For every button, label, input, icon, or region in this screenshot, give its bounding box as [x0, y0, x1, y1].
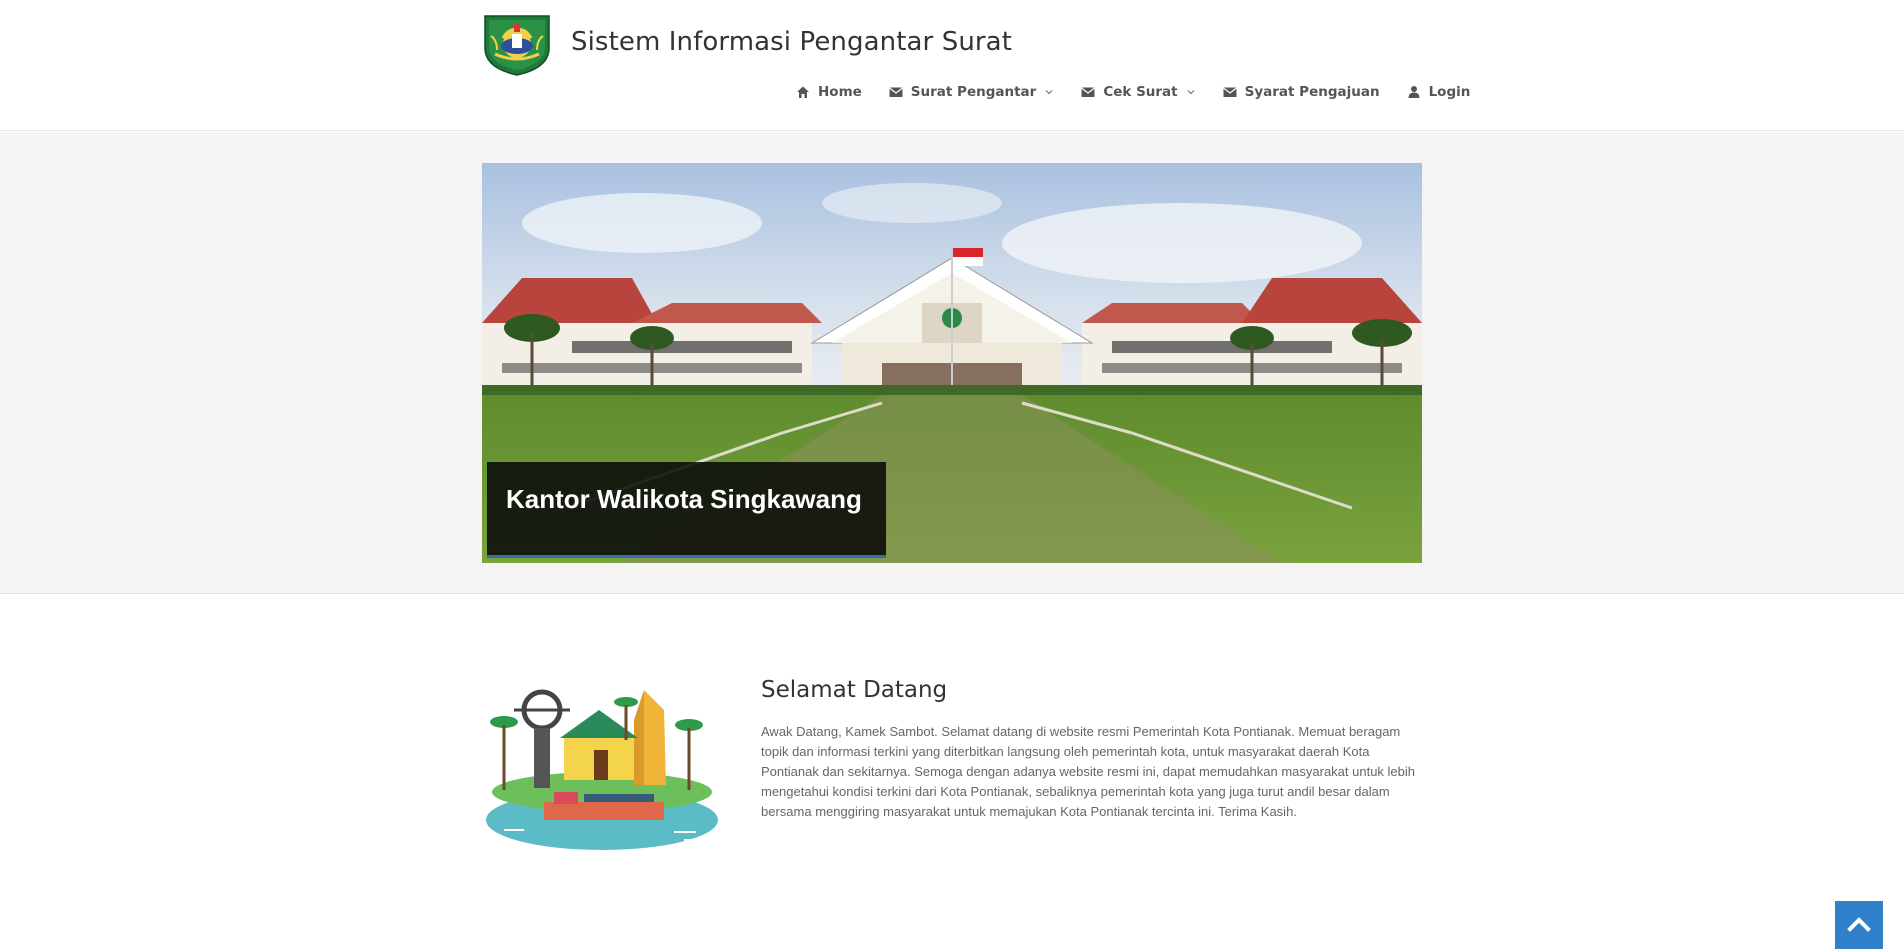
nav-login[interactable]: Login [1407, 84, 1471, 100]
site-title[interactable]: Sistem Informasi Pengantar Surat [571, 27, 1012, 57]
chevron-down-icon [1045, 90, 1053, 95]
city-landmarks-illustration [486, 689, 718, 850]
site-header: Sistem Informasi Pengantar Surat Home Su… [0, 0, 1904, 131]
user-icon [1408, 86, 1420, 98]
nav-cek-surat[interactable]: Cek Surat [1081, 84, 1195, 100]
welcome-paragraph: Awak Datang, Kamek Sambot. Selamat datan… [761, 724, 1416, 819]
chevron-down-icon [1187, 90, 1195, 95]
nav-home[interactable]: Home [796, 84, 862, 100]
nav-syarat-pengajuan[interactable]: Syarat Pengajuan [1222, 84, 1380, 100]
home-icon [797, 86, 809, 98]
welcome-heading: Selamat Datang [761, 677, 948, 703]
back-to-top-button[interactable] [1835, 901, 1883, 949]
chevron-up-icon [1847, 917, 1871, 932]
nav-surat-pengantar-label: Surat Pengantar [910, 84, 1037, 100]
envelope-icon [888, 87, 903, 97]
nav-surat-pengantar[interactable]: Surat Pengantar [888, 84, 1055, 100]
hero-caption-text: Kantor Walikota Singkawang [506, 484, 862, 514]
envelope-icon [1081, 87, 1096, 97]
nav-login-label: Login [1428, 84, 1471, 100]
main-nav: Home Surat Pengantar Cek Surat Syarat Pe… [796, 82, 1470, 102]
nav-cek-surat-label: Cek Surat [1103, 84, 1178, 100]
city-illustration [484, 680, 722, 850]
site-logo[interactable] [481, 14, 553, 76]
hero-caption: Kantor Walikota Singkawang [487, 462, 886, 558]
emblem-icon [484, 15, 550, 76]
envelope-icon [1222, 87, 1237, 97]
nav-home-label: Home [818, 84, 862, 100]
nav-syarat-pengajuan-label: Syarat Pengajuan [1244, 84, 1380, 100]
